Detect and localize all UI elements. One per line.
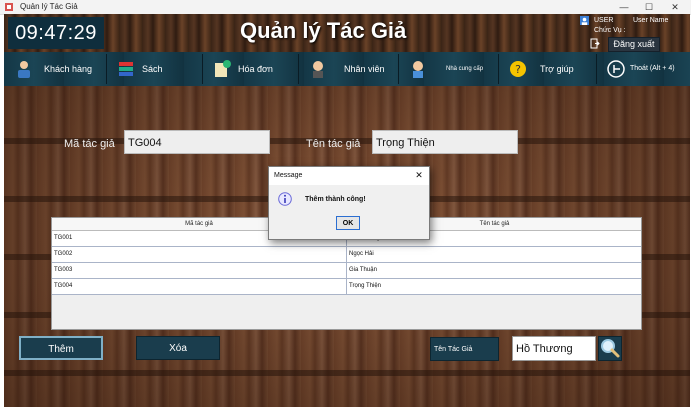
cell-name: Ngọc Hải: [346, 247, 639, 262]
app-window: 09:47:29 Quản lý Tác Giả USER User Name …: [4, 14, 690, 407]
nav-label: Trợ giúp: [540, 64, 574, 74]
nav-customers[interactable]: Khách hàng: [6, 54, 107, 84]
cell-id: TG002: [54, 251, 73, 257]
dialog-title: Message: [274, 172, 303, 179]
exit-icon: [607, 60, 625, 78]
nav-label: Khách hàng: [44, 64, 93, 74]
user-icon: [580, 16, 589, 25]
nav-books[interactable]: Sách: [108, 54, 203, 84]
author-name-label: Tên tác giả: [306, 138, 361, 150]
search-label-button[interactable]: Tên Tác Giả: [430, 337, 499, 361]
magnifier-icon: [601, 339, 620, 358]
help-icon: ?: [510, 61, 526, 77]
user-panel: USER User Name Chức Vụ : Đăng xuất: [578, 15, 688, 52]
invoice-icon: [215, 60, 231, 77]
window-titlebar: Quản lý Tác Giả — ☐ ✕: [0, 0, 691, 15]
header: 09:47:29 Quản lý Tác Giả USER User Name …: [4, 14, 690, 52]
svg-text:?: ?: [515, 63, 521, 76]
nav-invoices[interactable]: Hóa đơn: [204, 54, 299, 84]
message-dialog: Message ✕ Thêm thành công! OK: [268, 166, 430, 240]
ok-button[interactable]: OK: [336, 216, 360, 230]
nav-bar: Khách hàng Sách Hóa đơn Nhân viên Nhà cu…: [4, 52, 690, 86]
delete-button[interactable]: Xóa: [136, 336, 220, 360]
supplier-icon: [413, 61, 423, 78]
role-label: USER: [594, 17, 614, 24]
nav-label: Nhà cung cấp: [446, 66, 484, 72]
author-id-field[interactable]: TG004: [124, 130, 270, 154]
nav-label: Hóa đơn: [238, 64, 273, 74]
position-label: Chức Vụ :: [594, 27, 626, 34]
maximize-button[interactable]: ☐: [638, 0, 660, 14]
author-name-field[interactable]: Trọng Thiện: [372, 130, 518, 154]
info-icon: [278, 192, 292, 206]
dialog-body: Thêm thành công! OK: [269, 185, 429, 239]
nav-exit[interactable]: Thoát (Alt + 4): [598, 54, 690, 84]
nav-employees[interactable]: Nhân viên: [300, 54, 399, 84]
logout-button[interactable]: Đăng xuất: [608, 37, 660, 52]
clock: 09:47:29: [8, 17, 104, 49]
employee-icon: [313, 61, 323, 78]
app-icon: [5, 3, 13, 11]
user-name: User Name: [633, 17, 669, 24]
window-title: Quản lý Tác Giả: [20, 2, 78, 11]
nav-label: Nhân viên: [344, 64, 385, 74]
cell-name: Gia Thuận: [346, 263, 639, 278]
page-title: Quản lý Tác Giả: [240, 18, 407, 43]
minimize-button[interactable]: —: [613, 0, 635, 14]
logout-icon: [590, 38, 600, 49]
nav-label: Sách: [142, 64, 163, 74]
search-input[interactable]: Hồ Thương: [512, 336, 596, 361]
author-id-label: Mã tác giả: [64, 138, 115, 150]
nav-help[interactable]: ? Trợ giúp: [500, 54, 597, 84]
search-button[interactable]: [598, 336, 622, 361]
close-window-button[interactable]: ✕: [664, 0, 686, 14]
nav-suppliers[interactable]: Nhà cung cấp: [400, 54, 499, 84]
cell-name: Trọng Thiện: [346, 279, 639, 294]
books-icon: [119, 62, 133, 76]
nav-label: Thoát (Alt + 4): [630, 65, 675, 72]
table-row[interactable]: TG003 Gia Thuận: [52, 263, 641, 279]
add-button[interactable]: Thêm: [19, 336, 103, 360]
dialog-close-button[interactable]: ✕: [413, 169, 425, 181]
dialog-message: Thêm thành công!: [305, 196, 366, 203]
cell-id: TG004: [54, 283, 73, 289]
table-row[interactable]: TG004 Trọng Thiện: [52, 279, 641, 295]
table-row[interactable]: TG002 Ngọc Hải: [52, 247, 641, 263]
cell-id: TG003: [54, 267, 73, 273]
customer-icon: [18, 61, 30, 78]
dialog-titlebar: Message ✕: [269, 167, 429, 185]
